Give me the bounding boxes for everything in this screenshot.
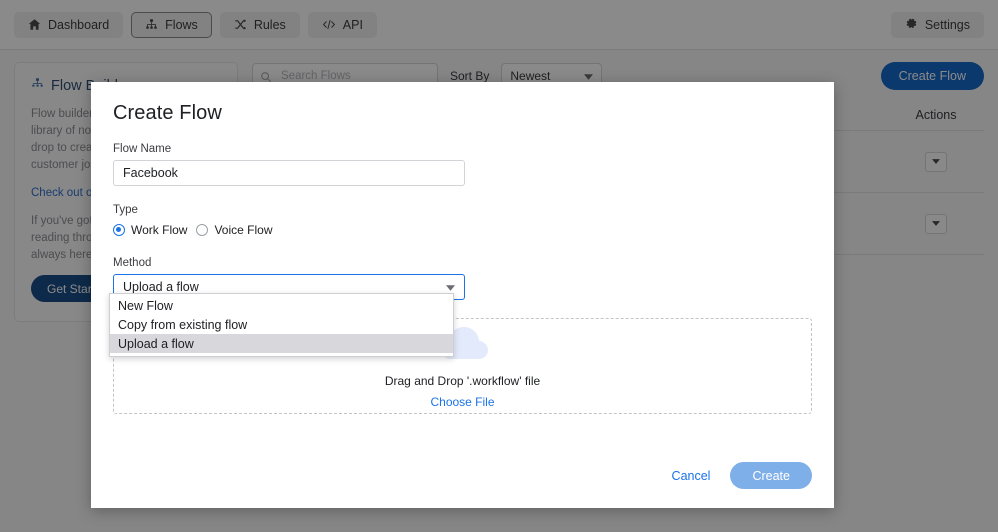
create-button[interactable]: Create xyxy=(730,462,812,489)
modal-title: Create Flow xyxy=(113,102,222,124)
radio-indicator-work-flow[interactable] xyxy=(113,224,125,236)
type-label: Type xyxy=(113,204,138,216)
modal-footer: Cancel Create xyxy=(670,462,812,489)
method-option-label: Upload a flow xyxy=(118,336,194,351)
method-option-new-flow[interactable]: New Flow xyxy=(110,296,453,315)
method-option-label: Copy from existing flow xyxy=(118,317,248,332)
radio-work-flow[interactable]: Work Flow xyxy=(113,223,187,237)
type-radio-group: Work Flow Voice Flow xyxy=(113,221,812,239)
radio-label: Work Flow xyxy=(131,223,188,237)
method-dropdown-menu[interactable]: New Flow Copy from existing flow Upload … xyxy=(109,293,454,357)
method-option-label: New Flow xyxy=(118,298,173,313)
app-root: Dashboard Flows Rules API Settings Flow … xyxy=(0,0,998,532)
radio-label: Voice Flow xyxy=(214,223,273,237)
modal-body: Flow Name Type Work Flow Voice Flow Meth… xyxy=(91,143,834,414)
radio-voice-flow[interactable]: Voice Flow xyxy=(196,223,272,237)
cancel-button[interactable]: Cancel xyxy=(670,465,713,487)
flow-name-label: Flow Name xyxy=(113,143,172,155)
flow-name-input[interactable] xyxy=(113,160,465,186)
dropzone-text: Drag and Drop '.workflow' file xyxy=(384,374,541,388)
create-flow-modal: Create Flow Flow Name Type Work Flow Voi… xyxy=(91,82,834,508)
choose-file-link[interactable]: Choose File xyxy=(430,395,494,409)
method-select-value: Upload a flow xyxy=(123,280,199,294)
method-label: Method xyxy=(113,257,152,269)
chevron-down-icon xyxy=(446,280,455,294)
radio-indicator-voice-flow[interactable] xyxy=(196,224,209,236)
method-option-upload-flow[interactable]: Upload a flow xyxy=(110,334,453,353)
method-option-copy-existing[interactable]: Copy from existing flow xyxy=(110,315,453,334)
